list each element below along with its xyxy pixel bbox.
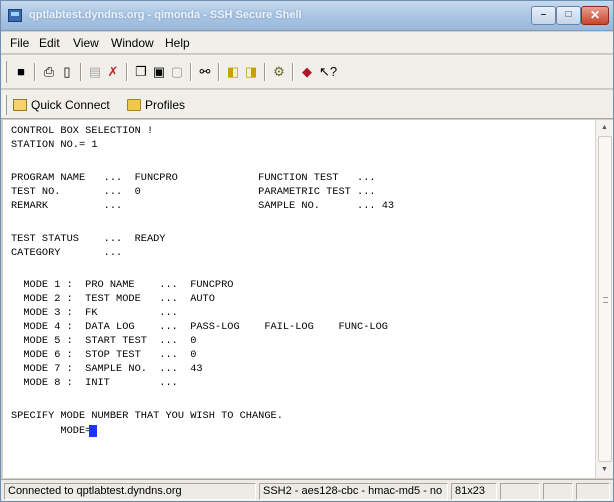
status-bar: Connected to qptlabtest.dyndns.org SSH2 … bbox=[1, 479, 613, 501]
terminal-line: MODE 8 : INIT ... bbox=[11, 377, 178, 389]
terminal-line: SPECIFY MODE NUMBER THAT YOU WISH TO CHA… bbox=[11, 410, 283, 422]
paste-icon[interactable]: ▣ bbox=[151, 64, 167, 80]
new-terminal-icon[interactable]: ▤ bbox=[87, 64, 103, 80]
print-preview-icon[interactable]: ▯ bbox=[59, 64, 75, 80]
resize-grip[interactable] bbox=[576, 483, 610, 500]
maximize-button[interactable]: □ bbox=[556, 6, 581, 25]
terminal-line: TEST STATUS ... READY bbox=[11, 233, 166, 245]
terminal-line: CATEGORY ... bbox=[11, 247, 123, 259]
copy-icon[interactable]: ❐ bbox=[133, 64, 149, 80]
print-icon[interactable]: ⎙ bbox=[41, 64, 57, 80]
profile-icon[interactable]: ◧ bbox=[225, 64, 241, 80]
menu-help[interactable]: Help bbox=[165, 36, 190, 50]
terminal-line: REMARK ... SAMPLE NO. ... 43 bbox=[11, 200, 395, 212]
toolbar-separator bbox=[292, 63, 294, 81]
menu-window[interactable]: Window bbox=[111, 36, 154, 50]
scroll-thumb[interactable] bbox=[598, 136, 612, 462]
status-cipher: SSH2 - aes128-cbc - hmac-md5 - no bbox=[259, 483, 448, 500]
toolbar-separator bbox=[80, 63, 82, 81]
paste-alt-icon[interactable]: ▢ bbox=[169, 64, 185, 80]
terminal-line: MODE 2 : TEST MODE ... AUTO bbox=[11, 293, 215, 305]
status-cell-empty bbox=[500, 483, 540, 500]
context-help-icon[interactable]: ↖? bbox=[317, 64, 339, 80]
status-terminal-size: 81x23 bbox=[451, 483, 497, 500]
quickbar-grip[interactable] bbox=[4, 95, 7, 115]
terminal-line: MODE 5 : START TEST ... 0 bbox=[11, 335, 197, 347]
settings-icon[interactable]: ⚙ bbox=[271, 64, 287, 80]
quick-connect-label: Quick Connect bbox=[31, 98, 110, 112]
toolbar-grip[interactable] bbox=[4, 61, 7, 83]
title-bar[interactable]: qptlabtest.dyndns.org - qimonda - SSH Se… bbox=[1, 1, 613, 31]
quick-connect-icon bbox=[13, 99, 27, 111]
status-cell-empty bbox=[543, 483, 573, 500]
menu-edit[interactable]: Edit bbox=[39, 36, 60, 50]
toolbar-separator bbox=[218, 63, 220, 81]
ssh-app-icon bbox=[8, 9, 22, 22]
window-title: qptlabtest.dyndns.org - qimonda - SSH Se… bbox=[29, 9, 302, 21]
menu-bar: File Edit View Window Help bbox=[1, 32, 613, 54]
status-connection: Connected to qptlabtest.dyndns.org bbox=[4, 483, 256, 500]
terminal-line: MODE 7 : SAMPLE NO. ... 43 bbox=[11, 363, 203, 375]
toolbar-separator bbox=[126, 63, 128, 81]
terminal-line: TEST NO. ... 0 PARAMETRIC TEST ... bbox=[11, 186, 376, 198]
terminal-line: CONTROL BOX SELECTION ! bbox=[11, 125, 154, 137]
toolbar-separator bbox=[34, 63, 36, 81]
quick-connect-button[interactable]: Quick Connect bbox=[13, 96, 110, 114]
disconnect-icon[interactable]: ✗ bbox=[105, 64, 121, 80]
find-icon[interactable]: ⚯ bbox=[197, 64, 213, 80]
terminal-line: MODE= bbox=[11, 425, 92, 437]
menu-view[interactable]: View bbox=[73, 36, 99, 50]
toolbar: ■ ⎙ ▯ ▤ ✗ ❐ ▣ ▢ ⚯ ◧ ◨ ⚙ ◆ ↖? bbox=[1, 55, 613, 89]
minimize-button[interactable]: – bbox=[531, 6, 556, 25]
terminal-line: MODE 1 : PRO NAME ... FUNCPRO bbox=[11, 279, 234, 291]
menu-file[interactable]: File bbox=[10, 36, 29, 50]
terminal-screen[interactable]: CONTROL BOX SELECTION ! STATION NO.= 1 P… bbox=[3, 120, 595, 478]
toolbar-separator bbox=[264, 63, 266, 81]
close-button[interactable]: ✕ bbox=[581, 6, 609, 25]
ssh-client-window: qptlabtest.dyndns.org - qimonda - SSH Se… bbox=[0, 0, 614, 502]
terminal-line: MODE 6 : STOP TEST ... 0 bbox=[11, 349, 197, 361]
scroll-thumb-grip bbox=[603, 297, 608, 303]
profile-settings-icon[interactable]: ◨ bbox=[243, 64, 259, 80]
quick-connect-bar: Quick Connect Profiles bbox=[1, 90, 613, 119]
profiles-label: Profiles bbox=[145, 98, 186, 112]
vertical-scrollbar[interactable]: ▲ ▼ bbox=[595, 120, 613, 478]
scroll-down-arrow-icon[interactable]: ▼ bbox=[596, 462, 613, 478]
text-cursor bbox=[89, 425, 97, 437]
profiles-button[interactable]: Profiles bbox=[127, 96, 185, 114]
folder-icon bbox=[127, 99, 141, 111]
terminal-line: MODE 3 : FK ... bbox=[11, 307, 178, 319]
terminal-line: PROGRAM NAME ... FUNCPRO FUNCTION TEST .… bbox=[11, 172, 376, 184]
save-icon[interactable]: ■ bbox=[13, 64, 29, 80]
terminal-line: MODE 4 : DATA LOG ... PASS-LOG FAIL-LOG … bbox=[11, 321, 388, 333]
toolbar-separator bbox=[190, 63, 192, 81]
scroll-up-arrow-icon[interactable]: ▲ bbox=[596, 120, 613, 136]
help-book-icon[interactable]: ◆ bbox=[299, 64, 315, 80]
terminal-line: STATION NO.= 1 bbox=[11, 139, 98, 151]
